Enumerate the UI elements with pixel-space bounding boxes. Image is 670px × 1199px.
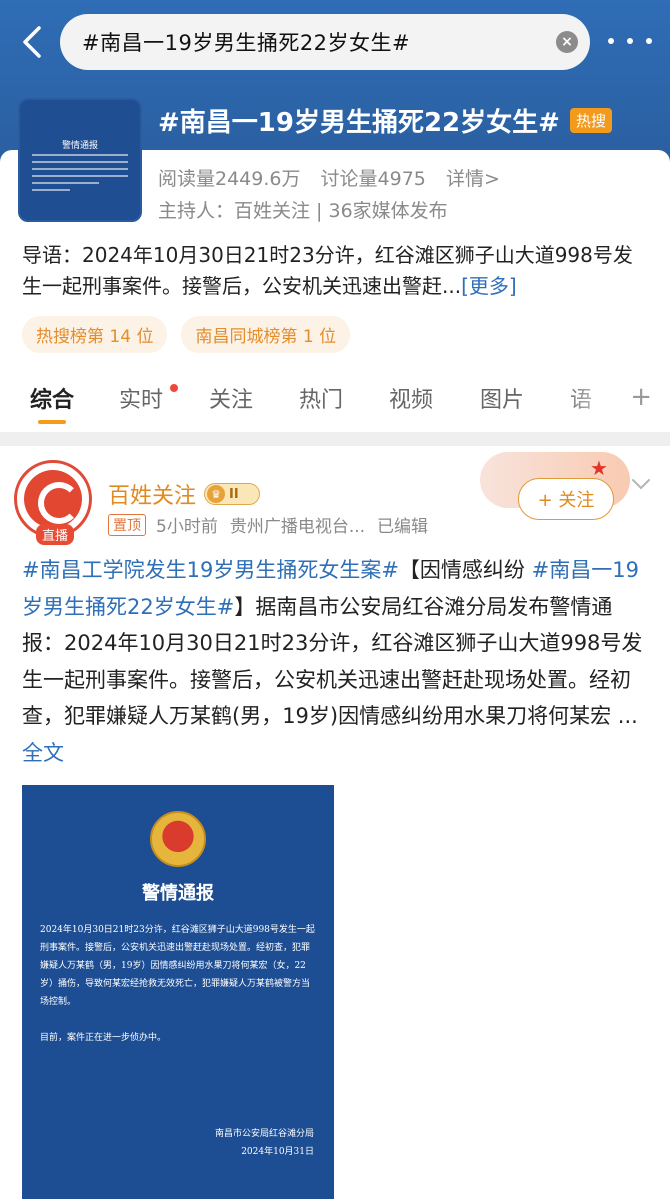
- crown-icon: ♛: [207, 485, 226, 503]
- tab-bar: 综合 实时 关注 热门 视频 图片 语 +: [0, 372, 670, 430]
- notice-paragraph: 目前，案件正在进一步侦办中。: [40, 1033, 167, 1043]
- avatar-logo-icon: [24, 470, 82, 528]
- thumbnail-text-lines: [32, 154, 128, 196]
- author-name[interactable]: 百姓关注: [108, 478, 196, 510]
- rank-tag-hot-search[interactable]: 热搜榜第 14 位: [22, 316, 168, 353]
- more-dots-icon[interactable]: [608, 26, 652, 56]
- search-input[interactable]: #南昌一19岁男生捅死22岁女生# ×: [60, 14, 590, 70]
- chevron-left-icon: [23, 26, 41, 58]
- full-text-link[interactable]: 全文: [22, 741, 64, 765]
- clear-icon[interactable]: ×: [556, 31, 578, 53]
- rank-tag-local[interactable]: 南昌同城榜第 1 位: [181, 316, 351, 353]
- section-divider: [0, 432, 670, 446]
- follow-button[interactable]: + 关注: [518, 478, 614, 520]
- post-source: 贵州广播电视台...: [229, 517, 366, 537]
- realtime-notification-dot: [170, 384, 178, 392]
- thumbnail-title: 警情通报: [61, 141, 98, 151]
- tab-video[interactable]: 视频: [389, 382, 433, 414]
- hot-badge: 热搜: [569, 108, 612, 133]
- pinned-badge: 置顶: [108, 513, 146, 536]
- top-bar: #南昌一19岁男生捅死22岁女生# ×: [0, 12, 670, 72]
- tab-comprehensive[interactable]: 综合: [30, 382, 74, 414]
- topic-title: #南昌一19岁男生捅死22岁女生#: [158, 108, 560, 138]
- edited-label: 已编辑: [377, 517, 429, 537]
- notice-signature: 南昌市公安局红谷滩分局 2024年10月31日: [215, 1125, 314, 1161]
- star-icon: ★: [590, 456, 608, 480]
- notice-date: 2024年10月31日: [241, 1147, 314, 1157]
- author-name-row: 百姓关注 ♛ II: [108, 478, 261, 510]
- tabs-fade: [562, 372, 622, 430]
- topic-thumbnail[interactable]: 警情通报: [18, 98, 142, 222]
- post-meta: 置顶 5小时前 贵州广播电视台... 已编辑: [108, 512, 428, 537]
- chevron-down-icon[interactable]: [630, 476, 652, 492]
- back-button[interactable]: [12, 20, 52, 64]
- hashtag-link[interactable]: #南昌工学院发生19岁男生捅死女生案#: [22, 558, 399, 582]
- post-text-part: 【因情感纠纷: [398, 558, 532, 582]
- notice-paragraph: 2024年10月30日21时23分许，红谷滩区狮子山大道998号发生一起刑事案件…: [40, 925, 315, 1007]
- tab-hot[interactable]: 热门: [299, 382, 343, 414]
- add-tab-icon[interactable]: +: [630, 382, 652, 412]
- post-time: 5小时前: [156, 517, 218, 537]
- vip-level: II: [229, 486, 239, 502]
- discussion-count: 讨论量4975: [320, 168, 426, 190]
- rank-tags: 热搜榜第 14 位 南昌同城榜第 1 位: [22, 316, 351, 353]
- notice-org: 南昌市公安局红谷滩分局: [214, 1129, 314, 1139]
- search-query-text: #南昌一19岁男生捅死22岁女生#: [82, 31, 411, 55]
- tab-images[interactable]: 图片: [480, 382, 524, 414]
- notice-title: 警情通报: [142, 883, 214, 904]
- vip-badge[interactable]: ♛ II: [204, 483, 261, 505]
- tab-realtime[interactable]: 实时: [119, 382, 163, 414]
- live-badge: 直播: [36, 524, 75, 545]
- post-text: #南昌工学院发生19岁男生捅死女生案#【因情感纠纷 #南昌一19岁男生捅死22岁…: [22, 552, 652, 771]
- read-count: 阅读量2449.6万: [158, 168, 301, 190]
- tab-following[interactable]: 关注: [209, 382, 253, 414]
- intro-text: 导语：2024年10月30日21时23分许，红谷滩区狮子山大道998号发生一起刑…: [22, 243, 633, 298]
- topic-stats: 阅读量2449.6万 讨论量4975 详情>: [158, 164, 514, 191]
- active-tab-indicator: [38, 420, 66, 424]
- author-avatar[interactable]: 直播: [14, 460, 92, 545]
- intro-more-link[interactable]: [更多]: [461, 274, 517, 298]
- detail-link[interactable]: 详情>: [446, 168, 500, 190]
- topic-intro: 导语：2024年10月30日21时23分许，红谷滩区狮子山大道998号发生一起刑…: [22, 240, 652, 302]
- topic-host: 主持人：百姓关注 | 36家媒体发布: [158, 200, 448, 222]
- police-notice-image[interactable]: 警情通报 2024年10月30日21时23分许，红谷滩区狮子山大道998号发生一…: [22, 785, 334, 1199]
- topic-title-row: #南昌一19岁男生捅死22岁女生# 热搜: [158, 102, 612, 139]
- police-emblem-icon: [150, 811, 206, 867]
